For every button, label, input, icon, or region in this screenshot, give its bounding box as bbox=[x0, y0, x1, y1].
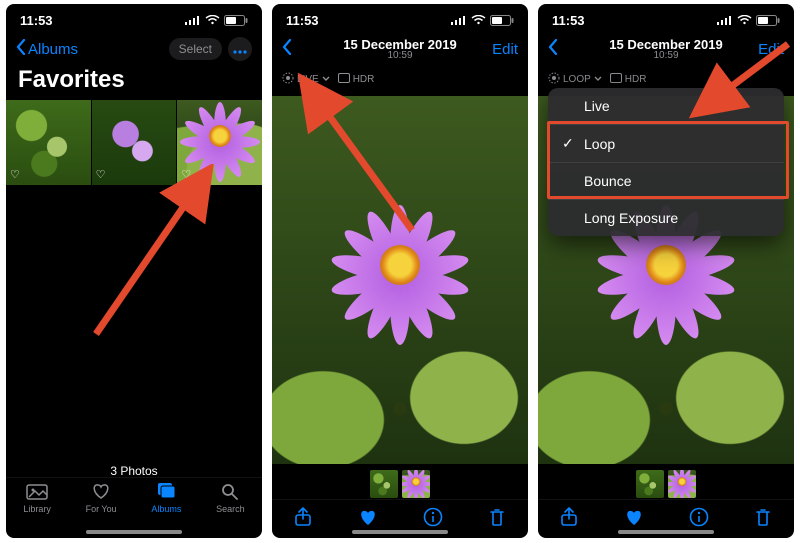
annotation-frame bbox=[547, 121, 789, 199]
chevron-left-icon bbox=[282, 39, 292, 59]
battery-icon bbox=[224, 15, 248, 26]
menu-item-long-exposure[interactable]: Long Exposure bbox=[548, 200, 784, 236]
status-bar: 11:53 bbox=[272, 4, 528, 32]
share-button[interactable] bbox=[560, 507, 578, 532]
share-icon bbox=[560, 514, 578, 531]
battery-icon bbox=[756, 15, 780, 26]
info-button[interactable] bbox=[423, 507, 443, 532]
status-time: 11:53 bbox=[20, 13, 53, 28]
phone-photo-detail: 11:53 15 December 2019 10:59 Edit LIVE H… bbox=[272, 4, 528, 538]
status-time: 11:53 bbox=[286, 13, 319, 28]
trash-button[interactable] bbox=[488, 507, 506, 532]
filmstrip bbox=[272, 470, 528, 498]
status-right bbox=[185, 15, 248, 26]
phone-live-menu: 11:53 15 December 2019 10:59 Edit LOOP H… bbox=[538, 4, 794, 538]
back-button[interactable]: Albums bbox=[16, 39, 78, 59]
status-right bbox=[451, 15, 514, 26]
live-icon bbox=[548, 72, 560, 87]
chevron-left-icon bbox=[16, 39, 26, 59]
battery-icon bbox=[490, 15, 514, 26]
favorite-button[interactable] bbox=[357, 507, 379, 532]
albums-icon bbox=[155, 482, 177, 502]
photo-title: 15 December 2019 10:59 bbox=[272, 37, 528, 61]
trash-icon bbox=[754, 514, 772, 531]
wifi-icon bbox=[205, 15, 220, 25]
live-badge[interactable]: LOOP bbox=[548, 72, 602, 87]
menu-label: Live bbox=[584, 98, 610, 114]
select-button[interactable]: Select bbox=[169, 38, 222, 60]
heart-icon: ♡ bbox=[10, 168, 20, 181]
share-button[interactable] bbox=[294, 507, 312, 532]
back-button[interactable] bbox=[548, 39, 558, 59]
photo-date: 15 December 2019 bbox=[272, 37, 528, 52]
status-bar: 11:53 bbox=[538, 4, 794, 32]
badge-label: LOOP bbox=[563, 74, 591, 85]
badge-label: HDR bbox=[625, 74, 647, 85]
filmstrip-thumb[interactable] bbox=[370, 470, 398, 498]
hdr-badge: HDR bbox=[610, 73, 647, 86]
phone-favorites: 11:53 Albums Select Favorites ♡ ♡ ♡ 3 bbox=[6, 4, 262, 538]
home-indicator[interactable] bbox=[618, 530, 714, 534]
page-title: Favorites bbox=[6, 66, 262, 100]
status-bar: 11:53 bbox=[6, 4, 262, 32]
nav-bar: Albums Select bbox=[6, 32, 262, 66]
nav-bar: 15 December 2019 10:59 Edit bbox=[272, 32, 528, 66]
tab-foryou[interactable]: For You bbox=[86, 482, 117, 514]
menu-label: Long Exposure bbox=[584, 210, 678, 226]
edit-button[interactable]: Edit bbox=[492, 41, 518, 58]
filmstrip-thumb[interactable] bbox=[636, 470, 664, 498]
trash-button[interactable] bbox=[754, 507, 772, 532]
status-right bbox=[717, 15, 780, 26]
tab-label: Library bbox=[23, 504, 51, 514]
annotation-arrow bbox=[86, 164, 226, 344]
tab-label: Search bbox=[216, 504, 245, 514]
ellipsis-icon bbox=[233, 41, 247, 58]
signal-icon bbox=[717, 15, 733, 25]
tab-label: For You bbox=[86, 504, 117, 514]
favorite-thumbnail[interactable]: ♡ bbox=[6, 100, 91, 185]
search-icon bbox=[219, 482, 241, 502]
photo-count: 3 Photos bbox=[6, 464, 262, 478]
tab-label: Albums bbox=[151, 504, 181, 514]
info-icon bbox=[689, 514, 709, 531]
tab-albums[interactable]: Albums bbox=[151, 482, 181, 514]
filmstrip bbox=[538, 470, 794, 498]
heart-icon bbox=[357, 514, 379, 531]
more-button[interactable] bbox=[228, 37, 252, 61]
filmstrip-thumb[interactable] bbox=[668, 470, 696, 498]
heart-icon bbox=[623, 514, 645, 531]
info-icon bbox=[423, 514, 443, 531]
tab-bar: Library For You Albums Search bbox=[6, 477, 262, 538]
signal-icon bbox=[185, 15, 201, 25]
trash-icon bbox=[488, 514, 506, 531]
back-button[interactable] bbox=[282, 39, 292, 59]
photo-time: 10:59 bbox=[272, 50, 528, 61]
chevron-left-icon bbox=[548, 39, 558, 59]
home-indicator[interactable] bbox=[86, 530, 182, 534]
home-indicator[interactable] bbox=[352, 530, 448, 534]
chevron-down-icon bbox=[594, 74, 602, 85]
wifi-icon bbox=[471, 15, 486, 25]
tab-library[interactable]: Library bbox=[23, 482, 51, 514]
library-icon bbox=[26, 482, 48, 502]
annotation-arrow bbox=[688, 40, 794, 130]
filmstrip-thumb[interactable] bbox=[402, 470, 430, 498]
info-button[interactable] bbox=[689, 507, 709, 532]
favorite-button[interactable] bbox=[623, 507, 645, 532]
annotation-arrow bbox=[292, 70, 432, 250]
tutorial-three-up: 11:53 Albums Select Favorites ♡ ♡ ♡ 3 bbox=[0, 0, 800, 543]
tab-search[interactable]: Search bbox=[216, 482, 245, 514]
foryou-icon bbox=[90, 482, 112, 502]
back-label: Albums bbox=[28, 41, 78, 58]
signal-icon bbox=[451, 15, 467, 25]
share-icon bbox=[294, 514, 312, 531]
status-time: 11:53 bbox=[552, 13, 585, 28]
wifi-icon bbox=[737, 15, 752, 25]
hdr-icon bbox=[610, 73, 622, 86]
